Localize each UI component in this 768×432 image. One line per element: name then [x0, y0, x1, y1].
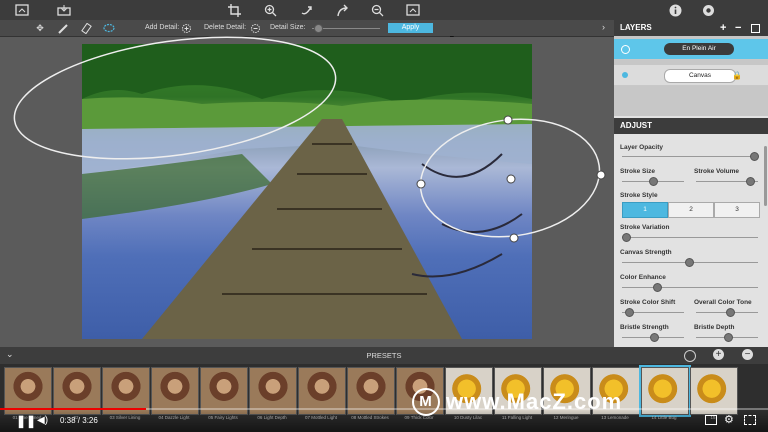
video-time: 0:38 / 3:26 [60, 416, 98, 425]
pause-icon[interactable]: ❚❚ [16, 414, 36, 428]
stroke-volume-knob[interactable] [746, 177, 755, 186]
detail-toolbar: ✥ Add Detail: Delete Detail: Detail Size… [0, 20, 614, 37]
remove-preset-icon[interactable]: − [742, 349, 753, 360]
detail-size-label: Detail Size: [270, 24, 306, 31]
bristle-depth-knob[interactable] [724, 333, 733, 342]
overall-color-tone-label: Overall Color Tone [694, 299, 752, 306]
color-enhance-slider[interactable] [622, 287, 758, 288]
delete-detail-icon[interactable] [249, 22, 261, 34]
layer-opacity-knob[interactable] [750, 152, 759, 161]
adjust-header: ADJUST [614, 118, 768, 134]
layers-header: LAYERS + − [614, 20, 768, 36]
info-icon[interactable] [667, 2, 683, 18]
stroke-style-option-3[interactable]: 3 [714, 202, 760, 218]
presets-bar: ⌄ PRESETS + − [0, 347, 768, 364]
stroke-style-label: Stroke Style [620, 192, 658, 199]
add-detail-label: Add Detail: [145, 24, 180, 31]
adjust-panel: Layer Opacity Stroke Size Stroke Volume … [614, 134, 768, 347]
canvas-strength-label: Canvas Strength [620, 249, 672, 256]
stroke-variation-knob[interactable] [622, 233, 631, 242]
layer-row-en-plein-air[interactable]: En Plein Air [614, 39, 768, 60]
captions-icon[interactable] [705, 415, 717, 425]
video-controls: ❚❚ ◀) 0:38 / 3:26 ⚙ [0, 410, 768, 432]
detail-ellipse-overlay[interactable] [0, 36, 614, 348]
frame-icon[interactable] [14, 2, 30, 18]
settings-icon[interactable] [700, 2, 716, 18]
layer-row-canvas[interactable]: Canvas 🔒 [614, 65, 768, 86]
lock-icon: 🔒 [732, 71, 742, 80]
overall-color-tone-knob[interactable] [726, 308, 735, 317]
layers-title: LAYERS [620, 23, 652, 32]
adjust-title: ADJUST [620, 121, 653, 130]
collapse-sidebar-icon[interactable]: › [602, 22, 605, 32]
stroke-volume-label: Stroke Volume [694, 168, 740, 175]
add-layer-icon[interactable]: + [720, 20, 726, 36]
remove-layer-icon[interactable]: − [735, 20, 741, 36]
stroke-variation-label: Stroke Variation [620, 224, 670, 231]
brush-icon[interactable] [57, 22, 69, 34]
undo-icon[interactable] [298, 2, 314, 18]
delete-detail-label: Delete Detail: [204, 24, 247, 31]
add-detail-icon[interactable] [180, 22, 192, 34]
stroke-style-option-2[interactable]: 2 [668, 202, 714, 218]
watermark: M www.MacZ.com [412, 388, 622, 416]
duplicate-layer-icon[interactable] [751, 24, 760, 33]
watermark-text: www.MacZ.com [446, 389, 623, 414]
watermark-logo-icon: M [412, 388, 440, 416]
ellipse-tool-icon[interactable] [103, 22, 115, 34]
canvas-strength-knob[interactable] [685, 258, 694, 267]
layer-opacity-label: Layer Opacity [620, 144, 663, 151]
layer-visibility-icon[interactable] [622, 72, 628, 78]
layer-visibility-icon[interactable] [621, 45, 630, 54]
zoom-out-icon[interactable] [369, 2, 385, 18]
stroke-size-knob[interactable] [649, 177, 658, 186]
fullscreen-icon[interactable] [744, 415, 756, 425]
redo-icon[interactable] [334, 2, 350, 18]
eraser-icon[interactable] [80, 22, 92, 34]
stroke-color-shift-label: Stroke Color Shift [620, 299, 676, 306]
layer-name: Canvas [664, 69, 736, 83]
bristle-strength-knob[interactable] [650, 333, 659, 342]
color-enhance-label: Color Enhance [620, 274, 666, 281]
stroke-variation-slider[interactable] [622, 237, 758, 238]
add-preset-icon[interactable]: + [713, 349, 724, 360]
detail-size-knob[interactable] [314, 24, 323, 33]
bristle-depth-label: Bristle Depth [694, 324, 735, 331]
crop-icon[interactable] [226, 2, 242, 18]
fit-icon[interactable] [405, 2, 421, 18]
zoom-in-icon[interactable] [262, 2, 278, 18]
apply-button[interactable]: Apply [388, 23, 433, 33]
stroke-style-selector: 1 2 3 [622, 202, 762, 218]
stroke-size-label: Stroke Size [620, 168, 656, 175]
settings-video-icon[interactable]: ⚙ [724, 413, 734, 426]
color-enhance-knob[interactable] [653, 283, 662, 292]
layer-name: En Plein Air [664, 43, 734, 55]
stroke-style-option-1[interactable]: 1 [622, 202, 668, 218]
layer-opacity-slider[interactable] [622, 156, 758, 157]
right-sidebar: LAYERS + − En Plein Air Canvas 🔒 ADJUST … [614, 20, 768, 347]
bristle-strength-label: Bristle Strength [620, 324, 669, 331]
adjust-scrollbar[interactable] [764, 146, 767, 206]
save-icon[interactable] [56, 2, 72, 18]
refresh-presets-icon[interactable] [684, 350, 696, 362]
stroke-color-shift-knob[interactable] [625, 308, 634, 317]
top-toolbar [0, 0, 768, 20]
presets-title: PRESETS [366, 351, 402, 360]
move-icon[interactable]: ✥ [34, 22, 46, 34]
volume-icon[interactable]: ◀) [37, 415, 48, 426]
